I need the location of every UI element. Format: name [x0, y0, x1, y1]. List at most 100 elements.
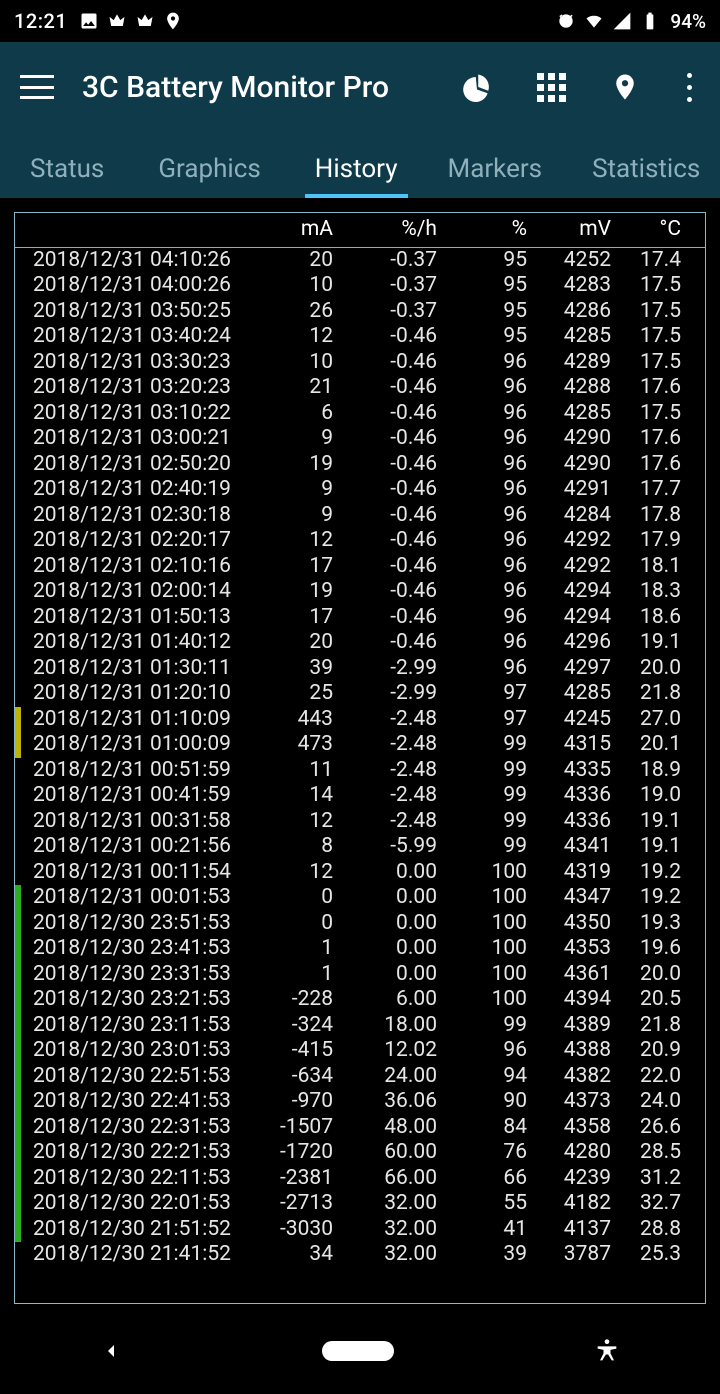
apps-grid-icon[interactable]: [536, 72, 566, 102]
table-row[interactable]: 2018/12/31 00:21:568-5.9999434119.1: [15, 834, 705, 860]
cell-ph: -0.46: [333, 503, 437, 529]
cell-ts: 2018/12/31 03:50:25: [15, 299, 237, 325]
cell-pc: 90: [437, 1089, 527, 1115]
cell-ma: 12: [237, 809, 333, 835]
cell-ts: 2018/12/31 01:20:10: [15, 681, 237, 707]
table-row[interactable]: 2018/12/31 01:30:1139-2.9996429720.0: [15, 656, 705, 682]
cell-ph: -0.37: [333, 273, 437, 299]
cell-ts: 2018/12/31 03:00:21: [15, 426, 237, 452]
table-row[interactable]: 2018/12/31 03:20:2321-0.4696428817.6: [15, 375, 705, 401]
cell-mv: 4294: [527, 579, 611, 605]
tab-graphics[interactable]: Graphics: [140, 154, 278, 198]
table-row[interactable]: 2018/12/30 22:31:53-150748.0084435826.6: [15, 1115, 705, 1141]
table-row[interactable]: 2018/12/31 01:40:1220-0.4696429619.1: [15, 630, 705, 656]
cell-c: 19.1: [611, 630, 691, 656]
tab-status[interactable]: Status: [12, 154, 122, 198]
android-status-bar: 12:21 94%: [0, 0, 720, 42]
cell-ts: 2018/12/31 04:10:26: [15, 248, 237, 274]
table-row[interactable]: 2018/12/31 00:51:5911-2.4899433518.9: [15, 758, 705, 784]
table-row[interactable]: 2018/12/31 00:11:54120.00100431919.2: [15, 860, 705, 886]
cell-ph: 32.00: [333, 1242, 437, 1268]
table-row[interactable]: 2018/12/31 02:00:1419-0.4696429418.3: [15, 579, 705, 605]
cell-ph: -0.46: [333, 350, 437, 376]
cell-pc: 96: [437, 375, 527, 401]
table-row[interactable]: 2018/12/30 23:21:53-2286.00100439420.5: [15, 987, 705, 1013]
tab-statistics[interactable]: Statistics: [574, 154, 718, 198]
cell-ts: 2018/12/31 00:51:59: [15, 758, 237, 784]
cell-mv: 4288: [527, 375, 611, 401]
table-row[interactable]: 2018/12/30 23:31:5310.00100436120.0: [15, 962, 705, 988]
table-row[interactable]: 2018/12/31 01:50:1317-0.4696429418.6: [15, 605, 705, 631]
table-row[interactable]: 2018/12/31 02:30:189-0.4696428417.8: [15, 503, 705, 529]
table-row[interactable]: 2018/12/31 03:50:2526-0.3795428617.5: [15, 299, 705, 325]
table-row[interactable]: 2018/12/31 02:20:1712-0.4696429217.9: [15, 528, 705, 554]
table-row[interactable]: 2018/12/31 04:10:2620-0.3795425217.4: [15, 248, 705, 274]
cell-ph: -0.46: [333, 401, 437, 427]
table-row[interactable]: 2018/12/31 04:00:2610-0.3795428317.5: [15, 273, 705, 299]
cell-pc: 94: [437, 1064, 527, 1090]
table-row[interactable]: 2018/12/31 01:20:1025-2.9997428521.8: [15, 681, 705, 707]
android-nav-bar: [0, 1308, 720, 1394]
nav-back-button[interactable]: [99, 1339, 123, 1363]
tab-history[interactable]: History: [297, 154, 416, 198]
table-row[interactable]: 2018/12/31 02:10:1617-0.4696429218.1: [15, 554, 705, 580]
table-row[interactable]: 2018/12/31 00:41:5914-2.4899433619.0: [15, 783, 705, 809]
cell-pc: 96: [437, 1038, 527, 1064]
location-icon[interactable]: [610, 72, 640, 102]
cell-ma: -228: [237, 987, 333, 1013]
battery-percent: 94%: [670, 10, 706, 33]
header-ma: mA: [237, 217, 333, 243]
cell-c: 18.3: [611, 579, 691, 605]
cell-ma: 9: [237, 477, 333, 503]
cell-pc: 96: [437, 477, 527, 503]
cell-pc: 99: [437, 758, 527, 784]
cell-ts: 2018/12/30 22:41:53: [15, 1089, 237, 1115]
nav-home-pill[interactable]: [322, 1341, 394, 1361]
table-row[interactable]: 2018/12/30 22:11:53-238166.0066423931.2: [15, 1166, 705, 1192]
table-row[interactable]: 2018/12/31 01:10:09443-2.4897424527.0: [15, 707, 705, 733]
table-row[interactable]: 2018/12/30 22:01:53-271332.0055418232.7: [15, 1191, 705, 1217]
table-row[interactable]: 2018/12/30 23:11:53-32418.0099438921.8: [15, 1013, 705, 1039]
table-row[interactable]: 2018/12/30 23:51:5300.00100435019.3: [15, 911, 705, 937]
cell-mv: 4285: [527, 324, 611, 350]
table-row[interactable]: 2018/12/31 03:00:219-0.4696429017.6: [15, 426, 705, 452]
cell-ph: -2.48: [333, 732, 437, 758]
table-row[interactable]: 2018/12/31 03:30:2310-0.4696428917.5: [15, 350, 705, 376]
cell-pc: 95: [437, 324, 527, 350]
more-icon[interactable]: [684, 72, 694, 102]
table-row[interactable]: 2018/12/30 21:41:523432.0039378725.3: [15, 1242, 705, 1268]
table-row[interactable]: 2018/12/31 03:10:226-0.4696428517.5: [15, 401, 705, 427]
crown-icon: [135, 11, 155, 31]
table-row[interactable]: 2018/12/30 22:51:53-63424.0094438222.0: [15, 1064, 705, 1090]
cell-ph: 0.00: [333, 962, 437, 988]
table-row[interactable]: 2018/12/31 01:00:09473-2.4899431520.1: [15, 732, 705, 758]
table-row[interactable]: 2018/12/31 00:01:5300.00100434719.2: [15, 885, 705, 911]
table-row[interactable]: 2018/12/30 21:51:52-303032.0041413728.8: [15, 1217, 705, 1243]
table-row[interactable]: 2018/12/30 23:01:53-41512.0296438820.9: [15, 1038, 705, 1064]
cell-ma: -3030: [237, 1217, 333, 1243]
cell-c: 17.6: [611, 375, 691, 401]
table-row[interactable]: 2018/12/31 02:40:199-0.4696429117.7: [15, 477, 705, 503]
cell-ts: 2018/12/30 21:51:52: [15, 1217, 237, 1243]
cell-pc: 96: [437, 452, 527, 478]
tab-markers[interactable]: Markers: [430, 154, 561, 198]
cell-pc: 96: [437, 401, 527, 427]
table-body[interactable]: 2018/12/31 04:10:2620-0.3795425217.42018…: [15, 248, 705, 1268]
history-table[interactable]: mA %/h % mV °C 2018/12/31 04:10:2620-0.3…: [14, 212, 706, 1304]
menu-button[interactable]: [20, 75, 54, 99]
cell-pc: 96: [437, 630, 527, 656]
pie-chart-icon[interactable]: [462, 72, 492, 102]
cell-c: 19.3: [611, 911, 691, 937]
table-row[interactable]: 2018/12/30 22:21:53-172060.0076428028.5: [15, 1140, 705, 1166]
cell-ph: -0.46: [333, 605, 437, 631]
table-row[interactable]: 2018/12/31 02:50:2019-0.4696429017.6: [15, 452, 705, 478]
table-row[interactable]: 2018/12/31 03:40:2412-0.4695428517.5: [15, 324, 705, 350]
cell-ph: 18.00: [333, 1013, 437, 1039]
table-row[interactable]: 2018/12/31 00:31:5812-2.4899433619.1: [15, 809, 705, 835]
nav-accessibility-button[interactable]: [593, 1337, 621, 1365]
cell-ma: 1: [237, 962, 333, 988]
table-row[interactable]: 2018/12/30 23:41:5310.00100435319.6: [15, 936, 705, 962]
cell-pc: 99: [437, 809, 527, 835]
cell-ph: 32.00: [333, 1191, 437, 1217]
table-row[interactable]: 2018/12/30 22:41:53-97036.0690437324.0: [15, 1089, 705, 1115]
